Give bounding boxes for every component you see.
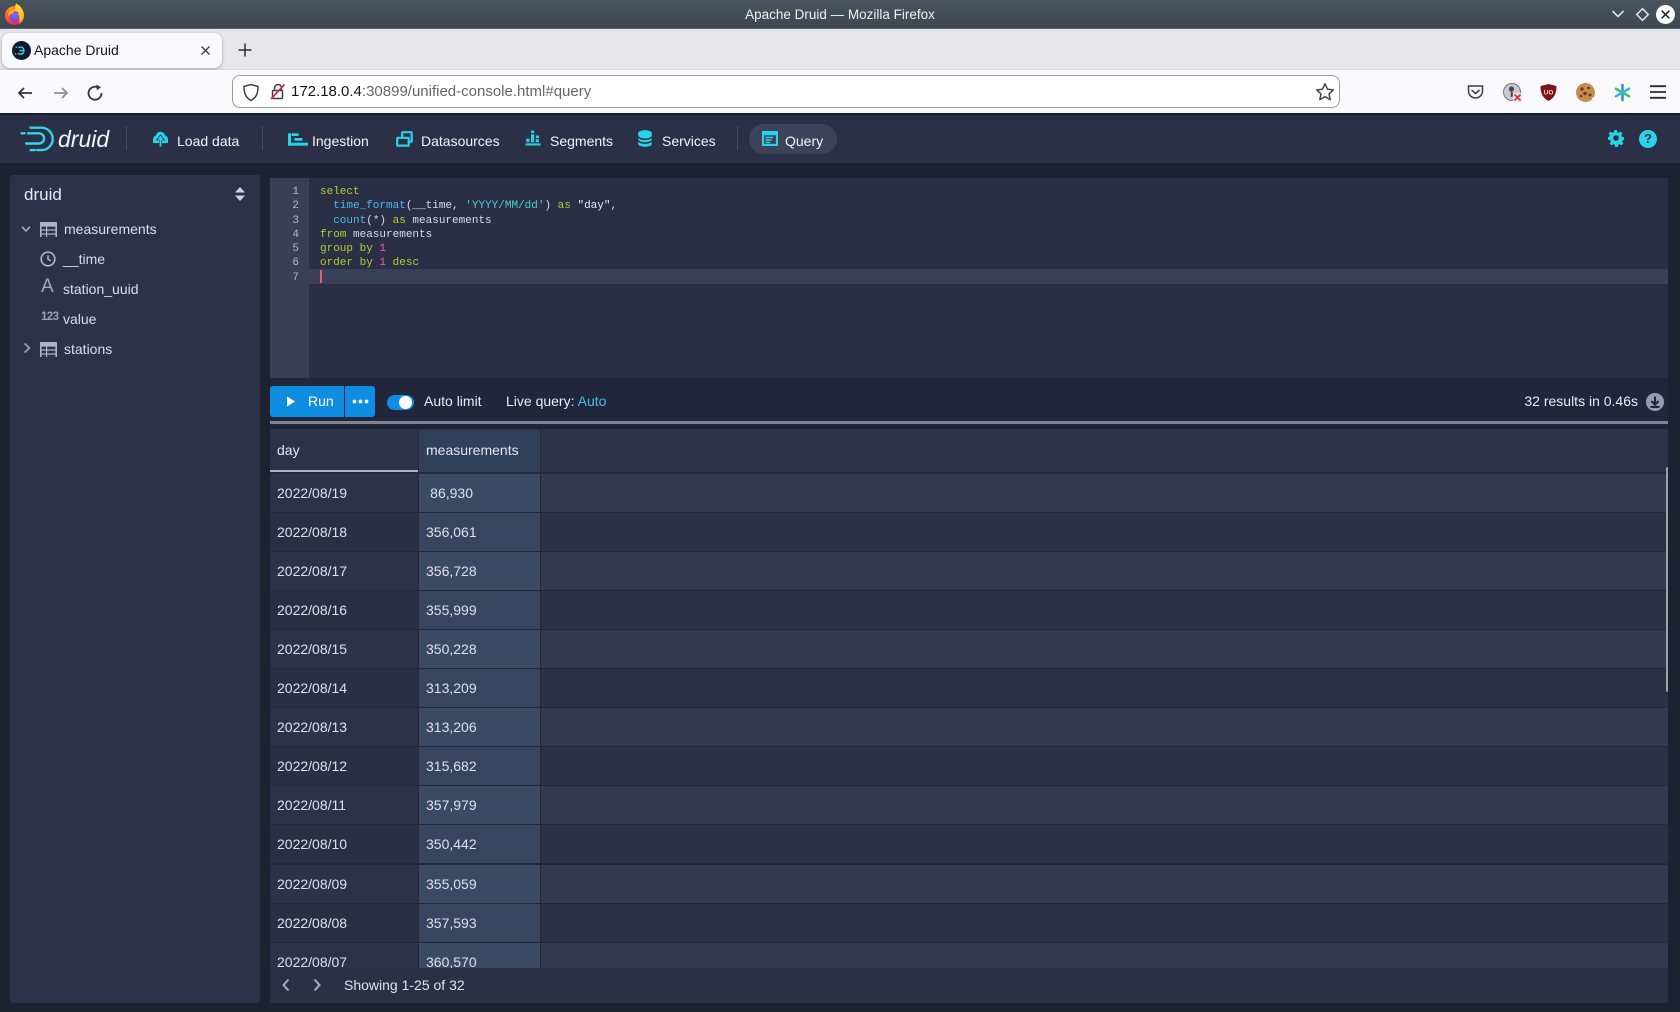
svg-text:UO: UO <box>1544 90 1554 97</box>
